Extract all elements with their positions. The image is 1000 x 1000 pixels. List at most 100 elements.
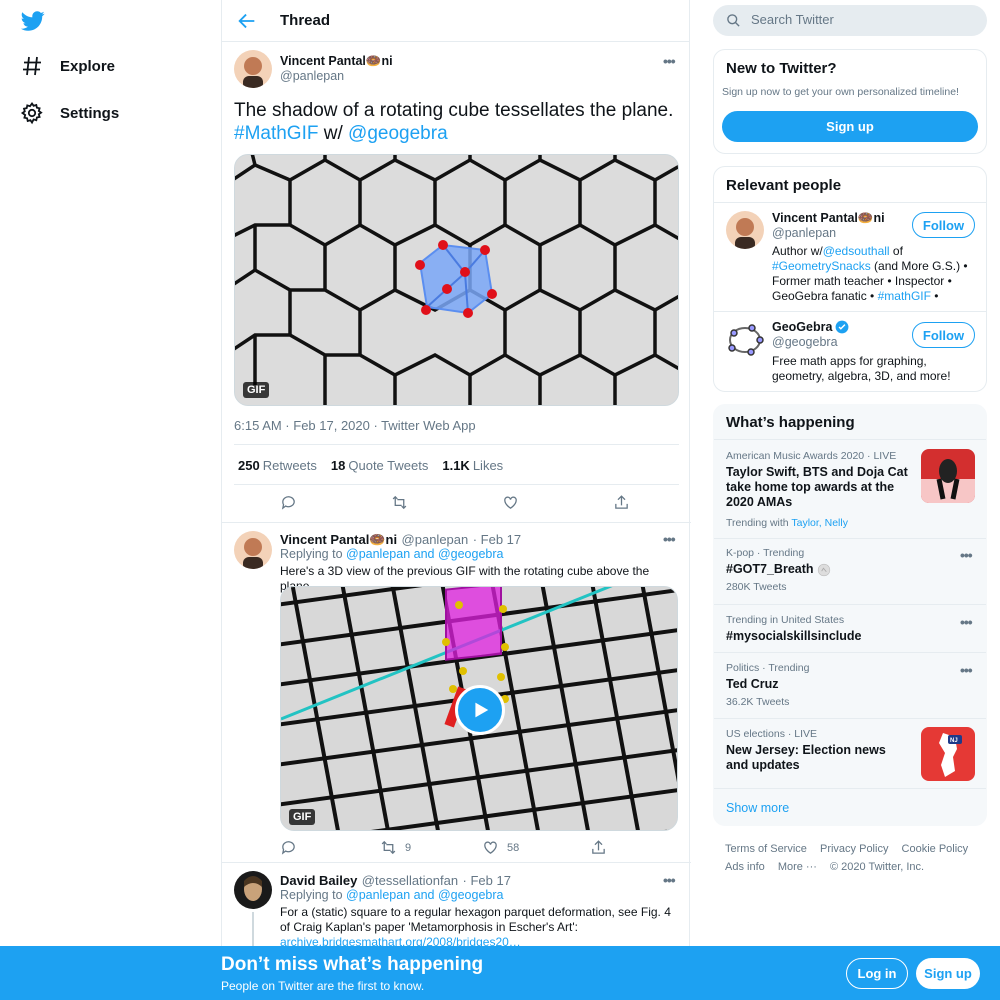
more-options-icon[interactable]: ••• bbox=[960, 662, 973, 678]
reply-gif-media[interactable]: GIF bbox=[280, 586, 678, 831]
trend-sub-prefix: Trending with bbox=[726, 517, 792, 529]
nav-item-settings[interactable]: Settings bbox=[20, 101, 119, 125]
reply-text: For a (static) square to a regular hexag… bbox=[280, 905, 680, 950]
reply-icon bbox=[281, 841, 295, 855]
avatar[interactable] bbox=[234, 871, 272, 909]
person-handle[interactable]: @panlepan bbox=[772, 226, 836, 240]
like-button[interactable]: 58 bbox=[482, 839, 590, 856]
left-nav: Explore Settings bbox=[0, 0, 222, 1000]
author-name[interactable]: Vincent Pantal🍩ni bbox=[280, 532, 397, 547]
trend-title: #GOT7_Breath bbox=[726, 562, 814, 576]
gif-badge: GIF bbox=[289, 809, 316, 825]
signup-button[interactable]: Sign up bbox=[916, 958, 980, 989]
replying-to-link[interactable]: @panlepan and @geogebra bbox=[346, 547, 503, 561]
follow-button[interactable]: Follow bbox=[912, 322, 975, 348]
twitter-logo-icon[interactable] bbox=[20, 9, 46, 33]
person-name[interactable]: Vincent Pantal🍩ni bbox=[772, 211, 885, 226]
search-input[interactable] bbox=[751, 12, 971, 27]
trend-thumbnail: NJ bbox=[921, 727, 975, 781]
trend-item[interactable]: K-pop · Trending #GOT7_Breath 280K Tweet… bbox=[714, 538, 986, 604]
footer-link-privacy[interactable]: Privacy Policy bbox=[820, 843, 888, 855]
reply-date[interactable]: · Feb 17 bbox=[473, 532, 521, 547]
search-bar[interactable] bbox=[713, 5, 987, 36]
divider bbox=[222, 862, 691, 863]
avatar[interactable] bbox=[726, 321, 764, 359]
avatar[interactable] bbox=[234, 531, 272, 569]
likes-stat[interactable]: 1.1K Likes bbox=[442, 458, 503, 473]
back-arrow-icon[interactable] bbox=[236, 10, 258, 32]
footer-link-cookies[interactable]: Cookie Policy bbox=[902, 843, 969, 855]
author-name[interactable]: David Bailey bbox=[280, 873, 357, 888]
more-options-icon[interactable]: ••• bbox=[663, 531, 676, 547]
reply-date[interactable]: · Feb 17 bbox=[463, 873, 511, 888]
more-options-icon[interactable]: ••• bbox=[663, 53, 676, 69]
retweets-stat[interactable]: 250 Retweets bbox=[238, 458, 317, 473]
trend-sub-links[interactable]: Taylor, Nelly bbox=[791, 517, 848, 529]
heart-icon bbox=[484, 841, 497, 854]
trend-meta: American Music Awards 2020 · LIVE bbox=[726, 450, 897, 462]
author-handle[interactable]: @panlepan bbox=[402, 532, 469, 547]
share-button[interactable] bbox=[590, 839, 607, 856]
quote-tweets-stat[interactable]: 18 Quote Tweets bbox=[331, 458, 428, 473]
nav-item-explore[interactable]: Explore bbox=[20, 54, 115, 78]
reply-actions: 9 58 bbox=[280, 839, 607, 856]
play-button[interactable] bbox=[455, 685, 505, 735]
login-button[interactable]: Log in bbox=[846, 958, 908, 989]
person-handle[interactable]: @geogebra bbox=[772, 335, 838, 349]
retweet-button[interactable]: 9 bbox=[380, 839, 482, 856]
retweet-button[interactable] bbox=[391, 494, 408, 511]
bio-mention-link[interactable]: @edsouthall bbox=[823, 244, 890, 258]
geogebra-logo-icon bbox=[726, 321, 764, 359]
trend-emoji-icon bbox=[817, 563, 830, 576]
mention-link[interactable]: @geogebra bbox=[348, 123, 448, 144]
more-options-icon[interactable]: ••• bbox=[960, 614, 973, 630]
divider bbox=[714, 311, 986, 312]
trend-thumbnail-label: NJ bbox=[950, 738, 958, 744]
author-handle[interactable]: @tessellationfan bbox=[362, 873, 458, 888]
footer-link-ads-info[interactable]: Ads info bbox=[725, 861, 765, 873]
bio-hashtag-link[interactable]: #GeometrySnacks bbox=[772, 259, 871, 273]
bottom-bar-subtitle: People on Twitter are the first to know. bbox=[221, 979, 425, 993]
tweet-timestamp[interactable]: 6:15 AM · Feb 17, 2020 · Twitter Web App bbox=[234, 418, 476, 433]
like-button[interactable] bbox=[502, 494, 519, 511]
follow-button[interactable]: Follow bbox=[912, 212, 975, 238]
new-to-twitter-card: New to Twitter? Sign up now to get your … bbox=[713, 49, 987, 154]
tweet-stats: 250 Retweets 18 Quote Tweets 1.1K Likes bbox=[238, 458, 503, 473]
trend-item[interactable]: Politics · Trending Ted Cruz 36.2K Tweet… bbox=[714, 652, 986, 718]
hexagon-tessellation-graphic bbox=[235, 155, 678, 405]
page-title: Thread bbox=[280, 12, 331, 29]
divider bbox=[714, 788, 986, 789]
card-title: New to Twitter? bbox=[726, 60, 837, 77]
bio-hashtag-link[interactable]: #mathGIF bbox=[878, 289, 931, 303]
footer-link-terms[interactable]: Terms of Service bbox=[725, 843, 807, 855]
trend-item[interactable]: American Music Awards 2020 · LIVE Taylor… bbox=[714, 439, 986, 534]
person-name[interactable]: GeoGebra bbox=[772, 320, 832, 334]
replying-to-link[interactable]: @panlepan and @geogebra bbox=[346, 888, 503, 902]
reply-button[interactable] bbox=[280, 494, 297, 511]
more-options-icon[interactable]: ••• bbox=[663, 872, 676, 888]
sign-up-button[interactable]: Sign up bbox=[722, 111, 978, 142]
avatar[interactable] bbox=[726, 211, 764, 249]
tweet-gif-media[interactable]: GIF bbox=[234, 154, 679, 406]
trend-item[interactable]: Trending in United States #mysocialskill… bbox=[714, 604, 986, 652]
bio-text: Author w/ bbox=[772, 244, 823, 258]
trend-meta: Trending in United States bbox=[726, 614, 845, 626]
divider bbox=[234, 484, 679, 485]
more-options-icon[interactable]: ••• bbox=[960, 547, 973, 563]
trend-item[interactable]: US elections · LIVE New Jersey: Election… bbox=[714, 718, 986, 788]
hashtag-link[interactable]: #MathGIF bbox=[234, 123, 318, 144]
reply-icon bbox=[281, 496, 295, 510]
author-handle[interactable]: @panlepan bbox=[280, 69, 344, 83]
trend-title: Ted Cruz bbox=[726, 677, 779, 691]
heart-icon bbox=[504, 496, 517, 509]
footer-link-more[interactable]: More ··· bbox=[778, 861, 817, 873]
divider bbox=[234, 444, 679, 445]
author-name[interactable]: Vincent Pantal🍩ni bbox=[280, 54, 393, 69]
thread-column: Thread Vincent Pantal🍩ni @panlepan ••• T… bbox=[221, 0, 691, 1000]
share-icon bbox=[615, 495, 628, 509]
footer-copyright: © 2020 Twitter, Inc. bbox=[829, 861, 925, 873]
share-button[interactable] bbox=[613, 494, 630, 511]
reply-button[interactable] bbox=[280, 839, 380, 856]
avatar[interactable] bbox=[234, 50, 272, 88]
show-more-link[interactable]: Show more bbox=[726, 801, 789, 815]
